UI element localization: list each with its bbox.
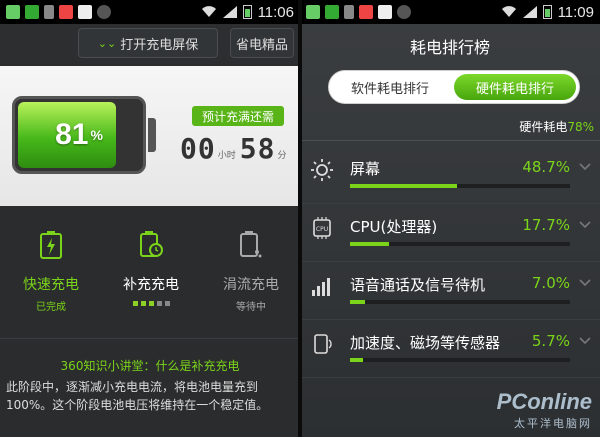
mode-fast-title: 快速充电 xyxy=(23,277,79,293)
open-charging-screensaver-button[interactable]: ⌄⌄ 打开充电屏保 xyxy=(78,28,218,58)
time-to-full-badge: 预计充满还需 xyxy=(192,106,284,126)
signal-bars-icon xyxy=(222,6,237,18)
trickle-charge-icon xyxy=(240,231,262,258)
row-divider xyxy=(300,319,600,320)
battery-status-icon xyxy=(242,5,252,19)
status-bar-right: 11:09 xyxy=(300,0,600,24)
mode-trickle-title: 涓流充电 xyxy=(223,277,279,293)
signal-bars-icon xyxy=(522,6,537,18)
mode-fast-charge: 快速充电 已完成 xyxy=(6,222,96,313)
minutes-value: 58 xyxy=(239,132,276,165)
panel-divider xyxy=(298,0,302,437)
shield-notification-icon xyxy=(359,5,373,19)
knowledge-title: 360知识小讲堂：什么是补充充电 xyxy=(60,359,240,373)
sensor-icon xyxy=(314,334,332,354)
supplement-charge-icon xyxy=(140,231,163,257)
list-item[interactable]: CPU CPU(处理器) 17.7% xyxy=(300,210,600,262)
usage-bar xyxy=(350,358,570,362)
cat-icon xyxy=(397,5,411,19)
list-divider xyxy=(300,140,600,141)
app-root: 11:06 ⌄⌄ 打开充电屏保 省电精品 81 % 预计充满还需 00 小时 5… xyxy=(0,0,600,437)
usage-bar-fill xyxy=(350,300,366,304)
battery-percentage: 81 % xyxy=(12,96,146,174)
list-item[interactable]: 语音通话及信号待机 7.0% xyxy=(300,268,600,320)
item-percent: 48.7% xyxy=(522,158,570,176)
mode-trickle-status: 等待中 xyxy=(236,302,266,313)
item-percent: 5.7% xyxy=(531,332,570,350)
chevron-down-icon[interactable] xyxy=(578,276,592,290)
tab-software-ranking[interactable]: 软件耗电排行 xyxy=(329,71,451,103)
hardware-total-label: 硬件耗电 xyxy=(519,120,568,134)
list-item[interactable]: 屏幕 48.7% xyxy=(300,152,600,204)
watermark-logo: PConline xyxy=(496,389,592,414)
section-divider xyxy=(0,338,300,339)
status-time: 11:06 xyxy=(257,3,294,21)
svg-text:CPU: CPU xyxy=(316,226,328,233)
mode-supplement-charge: 补充充电 xyxy=(106,222,196,312)
item-name: 屏幕 xyxy=(350,160,381,178)
usage-bar xyxy=(350,300,570,304)
tab-hardware-ranking[interactable]: 硬件耗电排行 xyxy=(454,74,576,100)
item-name: CPU(处理器) xyxy=(350,218,438,236)
time-to-full: 00 小时 58 分 xyxy=(180,132,290,165)
progress-dots xyxy=(106,301,196,306)
status-time-right: 11:09 xyxy=(557,3,594,21)
item-name: 语音通话及信号待机 xyxy=(350,276,486,294)
wifi-icon xyxy=(501,6,516,18)
row-divider xyxy=(300,377,600,378)
shield-notification-icon xyxy=(59,5,73,19)
status-bar: 11:06 xyxy=(0,0,300,24)
watermark-subtitle: 太平洋电脑网 xyxy=(514,417,592,430)
battery-status-icon xyxy=(542,5,552,19)
power-ranking-panel: 11:09 耗电排行榜 软件耗电排行 硬件耗电排行 硬件耗电78% 屏幕 48.… xyxy=(300,0,600,437)
mode-supplement-title: 补充充电 xyxy=(123,277,179,293)
mode-trickle-charge: 涓流充电 等待中 xyxy=(206,222,296,313)
item-name: 加速度、磁场等传感器 xyxy=(350,334,501,352)
usage-bar xyxy=(350,242,570,246)
hours-unit: 小时 xyxy=(217,151,236,161)
item-percent: 7.0% xyxy=(531,274,570,292)
ranking-tabs: 软件耗电排行 硬件耗电排行 xyxy=(328,70,580,104)
sd-card-icon xyxy=(78,5,92,19)
minutes-unit: 分 xyxy=(277,151,287,161)
chevron-down-icon[interactable] xyxy=(578,218,592,232)
usb-icon xyxy=(344,5,354,19)
usage-bar-fill xyxy=(350,358,363,362)
app-notification-icon xyxy=(306,5,320,19)
battery-percentage-value: 81 xyxy=(55,118,89,151)
hours-value: 00 xyxy=(180,132,216,165)
usage-bar-fill xyxy=(350,242,389,246)
battery-notification-icon xyxy=(325,5,339,19)
sun-icon xyxy=(311,159,333,181)
usage-bar-fill xyxy=(350,184,458,188)
battery-notification-icon xyxy=(25,5,39,19)
watermark: PConline 太平洋电脑网 xyxy=(497,389,592,431)
hardware-total-value: 78% xyxy=(567,120,594,134)
usb-icon xyxy=(44,5,54,19)
chevron-down-icon[interactable] xyxy=(578,334,592,348)
signal-icon xyxy=(312,278,330,296)
app-notification-icon xyxy=(6,5,20,19)
row-divider xyxy=(300,261,600,262)
chevron-down-icon[interactable] xyxy=(578,160,592,174)
knowledge-body: 此阶段中，逐渐减小充电电流，将电池电量充到100%。这个阶段电池电压将维持在一个… xyxy=(6,380,269,412)
power-saving-picks-button[interactable]: 省电精品 xyxy=(230,28,294,58)
battery-terminal xyxy=(148,118,156,152)
sd-card-icon xyxy=(378,5,392,19)
hardware-total: 硬件耗电78% xyxy=(519,118,594,135)
percent-sign: % xyxy=(90,127,103,143)
page-title: 耗电排行榜 xyxy=(409,38,490,57)
double-chevron-down-icon: ⌄⌄ xyxy=(97,36,117,50)
row-divider xyxy=(300,203,600,204)
mode-fast-status: 已完成 xyxy=(36,302,66,313)
item-percent: 17.7% xyxy=(522,216,570,234)
fast-charge-icon xyxy=(40,231,62,259)
wifi-icon xyxy=(201,6,216,18)
cpu-icon: CPU xyxy=(313,217,331,239)
screensaver-label: 打开充电屏保 xyxy=(120,37,199,53)
list-item[interactable]: 加速度、磁场等传感器 5.7% xyxy=(300,326,600,378)
usage-bar xyxy=(350,184,570,188)
charging-panel: 11:06 ⌄⌄ 打开充电屏保 省电精品 81 % 预计充满还需 00 小时 5… xyxy=(0,0,300,437)
cat-icon xyxy=(97,5,111,19)
